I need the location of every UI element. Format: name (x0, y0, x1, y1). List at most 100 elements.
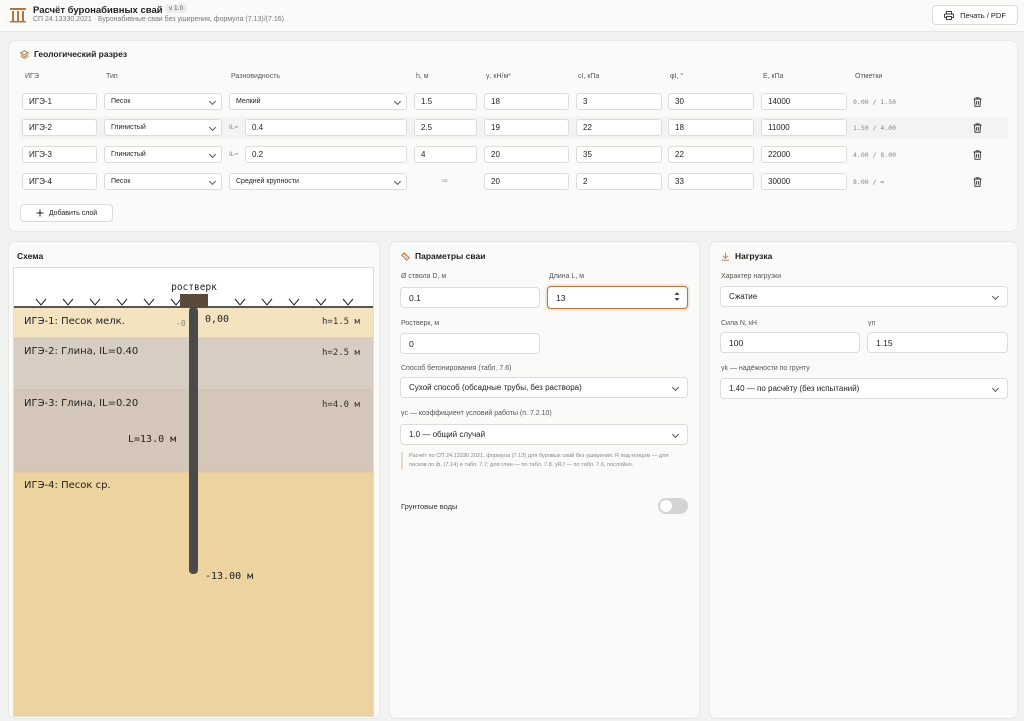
gn-input[interactable]: 1.15 (867, 332, 1008, 353)
diameter-input[interactable]: 0.1 (400, 287, 540, 308)
gc-label: γc — коэффициент условий работы (п. 7.2.… (401, 410, 552, 417)
gamma-input[interactable]: 19 (484, 119, 569, 136)
h-input[interactable]: 4 (414, 146, 477, 163)
type-select-value: Песок (111, 178, 131, 185)
pile-schema: ростверк -0 0,00 ИГЭ-1: Песок мелк. h=1.… (13, 267, 374, 717)
zero-mark-label: 0,00 (205, 314, 229, 325)
ige-input[interactable]: ИГЭ-2 (22, 119, 97, 136)
length-input[interactable]: 13 (547, 286, 688, 309)
grillage-label-field: Ростверк, м (401, 320, 440, 327)
h-input[interactable]: 1.5 (414, 93, 477, 110)
pile-params-title: Параметры сваи (401, 251, 485, 261)
chevron-down-icon (991, 384, 1000, 393)
chevron-down-icon (393, 97, 402, 106)
toggle-knob (660, 500, 672, 512)
column-logo-icon (10, 8, 26, 23)
e-input[interactable]: 14000 (761, 93, 847, 110)
trash-icon[interactable] (973, 123, 982, 133)
marks-text: 8.00 / ∞ (853, 178, 885, 186)
load-title-text: Нагрузка (735, 251, 773, 261)
c-input[interactable]: 35 (576, 146, 662, 163)
gk-select[interactable]: 1.40 — по расчёту (без испытаний) (720, 378, 1008, 399)
col-head-c: cI, кПа (578, 73, 600, 80)
gk-label: γk — надёжности по грунту (721, 365, 810, 372)
ruler-icon (401, 251, 410, 261)
ige-input[interactable]: ИГЭ-4 (22, 173, 97, 190)
load-character-select[interactable]: Сжатие (720, 286, 1008, 307)
variety-select-value: Средней крупности (236, 178, 299, 185)
type-select[interactable]: Песок (104, 93, 222, 110)
e-input[interactable]: 11000 (761, 119, 847, 136)
il-input[interactable]: 0.2 (245, 146, 407, 163)
type-select[interactable]: Глинистый (104, 146, 222, 163)
c-input[interactable]: 3 (576, 93, 662, 110)
phi-input[interactable]: 33 (668, 173, 754, 190)
c-input[interactable]: 22 (576, 119, 662, 136)
pile-bottom-label: -13.00 м (205, 571, 253, 582)
app-subtitle: СП 24.13330.2021 · Буронабивные сваи без… (33, 16, 284, 23)
grillage-block (180, 294, 208, 307)
variety-select[interactable]: Средней крупности (229, 173, 407, 190)
gamma-input[interactable]: 20 (484, 173, 569, 190)
variety-select[interactable]: Мелкий (229, 93, 407, 110)
print-button-label: Печать / PDF (960, 10, 1006, 20)
schema-drawing: ростверк -0 0,00 ИГЭ-1: Песок мелк. h=1.… (14, 282, 373, 716)
pile-params-title-text: Параметры сваи (415, 251, 486, 261)
version-badge: v 1.0 (165, 4, 188, 13)
schema-title: Схема (17, 251, 44, 261)
type-select[interactable]: Глинистый (104, 119, 222, 136)
ige-input[interactable]: ИГЭ-1 (22, 93, 97, 110)
layer-3-name: ИГЭ-3: Глина, IL=0.20 (24, 398, 138, 409)
load-character-value: Сжатие (729, 292, 758, 301)
phi-input[interactable]: 30 (668, 93, 754, 110)
plus-icon (36, 209, 44, 217)
chevron-down-icon (671, 430, 680, 439)
add-layer-button[interactable]: Добавить слой (20, 204, 113, 222)
gc-select[interactable]: 1.0 — общий случай (400, 424, 688, 445)
pile-params-card (389, 241, 700, 719)
il-prefix: IL= (229, 151, 239, 158)
trash-icon[interactable] (973, 150, 982, 160)
layer-1-name: ИГЭ-1: Песок мелк. (24, 316, 125, 327)
gamma-input[interactable]: 20 (484, 146, 569, 163)
h-infinity: ∞ (442, 176, 448, 185)
ige-input[interactable]: ИГЭ-3 (22, 146, 97, 163)
trash-icon[interactable] (973, 177, 982, 187)
type-select[interactable]: Песок (104, 173, 222, 190)
col-head-variety: Разновидность (231, 73, 281, 80)
phi-input[interactable]: 18 (668, 119, 754, 136)
type-select-value: Глинистый (111, 151, 146, 158)
concreting-method-select[interactable]: Сухой способ (обсадные трубы, без раство… (400, 377, 688, 398)
chevron-down-icon (208, 123, 217, 132)
load-card (709, 241, 1018, 719)
il-input[interactable]: 0.4 (245, 119, 407, 136)
chevron-down-icon (991, 292, 1000, 301)
print-button[interactable]: Печать / PDF (932, 5, 1018, 25)
load-title: Нагрузка (721, 251, 772, 261)
gk-select-value: 1.40 — по расчёту (без испытаний) (729, 384, 860, 393)
e-input[interactable]: 22000 (761, 146, 847, 163)
trash-icon[interactable] (973, 97, 982, 107)
grillage-input[interactable]: 0 (400, 333, 540, 354)
chevron-down-icon (393, 177, 402, 186)
col-head-h: h, м (416, 73, 429, 80)
groundwater-label: Грунтовые воды (401, 502, 458, 511)
gamma-input[interactable]: 18 (484, 93, 569, 110)
c-input[interactable]: 2 (576, 173, 662, 190)
groundwater-toggle[interactable] (658, 498, 688, 514)
e-input[interactable]: 30000 (761, 173, 847, 190)
gc-select-value: 1.0 — общий случай (409, 430, 486, 439)
pile-length-label: L=13.0 м (128, 434, 176, 445)
zero-partial-label: -0 (176, 319, 186, 328)
layer-2-thickness: h=2.5 м (322, 348, 361, 358)
h-input[interactable]: 2.5 (414, 119, 477, 136)
geology-title-text: Геологический разрез (34, 49, 128, 59)
chevron-down-icon (671, 383, 680, 392)
concreting-method-value: Сухой способ (обсадные трубы, без раство… (409, 383, 582, 392)
phi-input[interactable]: 22 (668, 146, 754, 163)
col-head-gamma: γ, кН/м³ (486, 73, 511, 80)
variety-select-value: Мелкий (236, 98, 261, 105)
force-input[interactable]: 100 (720, 332, 860, 353)
col-head-phi: φI, ° (670, 73, 684, 80)
stepper-arrows-icon[interactable] (674, 291, 680, 302)
